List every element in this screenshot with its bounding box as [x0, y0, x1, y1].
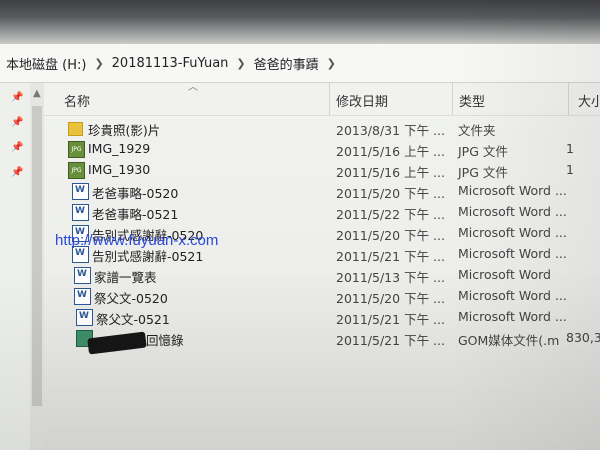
file-name: 老爸事略-0520 [92, 186, 179, 201]
monitor-bezel [0, 0, 600, 44]
word-file-icon [74, 288, 91, 305]
explorer-window: 本地磁盘 (H:) ❯ 20181113-FuYuan ❯ 爸爸的事蹟 ❯ 📌 … [0, 0, 600, 450]
file-date: 2011/5/21 下午 ... [336, 249, 445, 264]
file-name: 家譜一覽表 [94, 270, 157, 285]
file-type: Microsoft Word ... [458, 225, 567, 240]
file-name: 回憶錄 [146, 333, 184, 348]
jpg-file-icon: JPG [68, 141, 85, 158]
breadcrumb-drive[interactable]: 本地磁盘 (H:) [0, 54, 92, 73]
file-size: 1 [566, 141, 574, 156]
file-name: 祭父文-0520 [94, 291, 168, 306]
jpg-file-icon: JPG [68, 162, 85, 179]
word-file-icon [76, 309, 93, 326]
file-type: GOM媒体文件(.m [458, 333, 560, 348]
file-date: 2011/5/13 下午 ... [336, 270, 445, 285]
file-date: 2013/8/31 下午 ... [336, 123, 445, 138]
file-date: 2011/5/16 上午 ... [336, 144, 445, 159]
file-date: 2011/5/21 下午 ... [336, 312, 445, 327]
chevron-right-icon[interactable]: ❯ [234, 57, 247, 70]
file-row[interactable]: 老爸事略-0521 2011/5/22 下午 ... Microsoft Wor… [0, 201, 600, 222]
address-bar[interactable]: 本地磁盘 (H:) ❯ 20181113-FuYuan ❯ 爸爸的事蹟 ❯ [0, 44, 600, 83]
file-type: Microsoft Word ... [458, 309, 567, 324]
file-name: 珍貴照(影)片 [88, 123, 161, 138]
file-date: 2011/5/20 下午 ... [336, 228, 445, 243]
file-type: Microsoft Word [458, 267, 551, 282]
file-date: 2011/5/16 上午 ... [336, 165, 445, 180]
column-divider[interactable] [329, 83, 330, 115]
file-date: 2011/5/20 下午 ... [336, 291, 445, 306]
column-size-header[interactable]: 大小 [578, 91, 600, 110]
file-row[interactable]: 祭父文-0521 2011/5/21 下午 ... Microsoft Word… [0, 306, 600, 327]
pin-icon[interactable]: 📌 [11, 93, 23, 103]
breadcrumb-current[interactable]: 爸爸的事蹟 [248, 54, 325, 73]
file-row[interactable]: JPG IMG_1930 2011/5/16 上午 ... JPG 文件 1 [0, 159, 600, 180]
file-row[interactable]: 家譜一覽表 2011/5/13 下午 ... Microsoft Word [0, 264, 600, 285]
file-type: JPG 文件 [458, 144, 508, 159]
chevron-right-icon[interactable]: ❯ [325, 57, 338, 70]
file-size: 830,36 [566, 330, 600, 345]
column-divider[interactable] [568, 83, 569, 115]
file-row[interactable]: 祭父文-0520 2011/5/20 下午 ... Microsoft Word… [0, 285, 600, 306]
column-divider[interactable] [452, 83, 453, 115]
scroll-up-icon[interactable]: ▲ [33, 88, 41, 99]
chevron-right-icon[interactable]: ❯ [92, 57, 105, 70]
column-type-header[interactable]: 类型 [459, 91, 485, 110]
file-name: 祭父文-0521 [96, 312, 170, 327]
file-type: 文件夹 [458, 123, 496, 138]
file-row[interactable]: 老爸事略-0520 2011/5/20 下午 ... Microsoft Wor… [0, 180, 600, 201]
folder-icon [68, 122, 83, 136]
column-header: 名称 修改日期 类型 大小 [44, 83, 600, 116]
breadcrumb-folder[interactable]: 20181113-FuYuan [106, 56, 235, 71]
file-name: 老爸事略-0521 [92, 207, 179, 222]
column-date-header[interactable]: 修改日期 [336, 91, 388, 110]
file-name: IMG_1930 [88, 162, 151, 177]
file-row[interactable]: JPG IMG_1929 2011/5/16 上午 ... JPG 文件 1 [0, 138, 600, 159]
file-name: IMG_1929 [88, 141, 151, 156]
file-row[interactable]: 珍貴照(影)片 2013/8/31 下午 ... 文件夹 [0, 117, 600, 138]
file-date: 2011/5/22 下午 ... [336, 207, 445, 222]
file-type: Microsoft Word ... [458, 246, 567, 261]
file-type: Microsoft Word ... [458, 288, 567, 303]
file-type: Microsoft Word ... [458, 183, 567, 198]
column-name-header[interactable]: 名称 [64, 91, 90, 110]
file-size: 1 [566, 162, 574, 177]
file-type: JPG 文件 [458, 165, 508, 180]
word-file-icon [72, 204, 89, 221]
word-file-icon [74, 267, 91, 284]
watermark-url: http://www.fuyuan-x.com [55, 232, 219, 249]
file-date: 2011/5/21 下午 ... [336, 333, 445, 348]
word-file-icon [72, 183, 89, 200]
file-type: Microsoft Word ... [458, 204, 567, 219]
file-date: 2011/5/20 下午 ... [336, 186, 445, 201]
